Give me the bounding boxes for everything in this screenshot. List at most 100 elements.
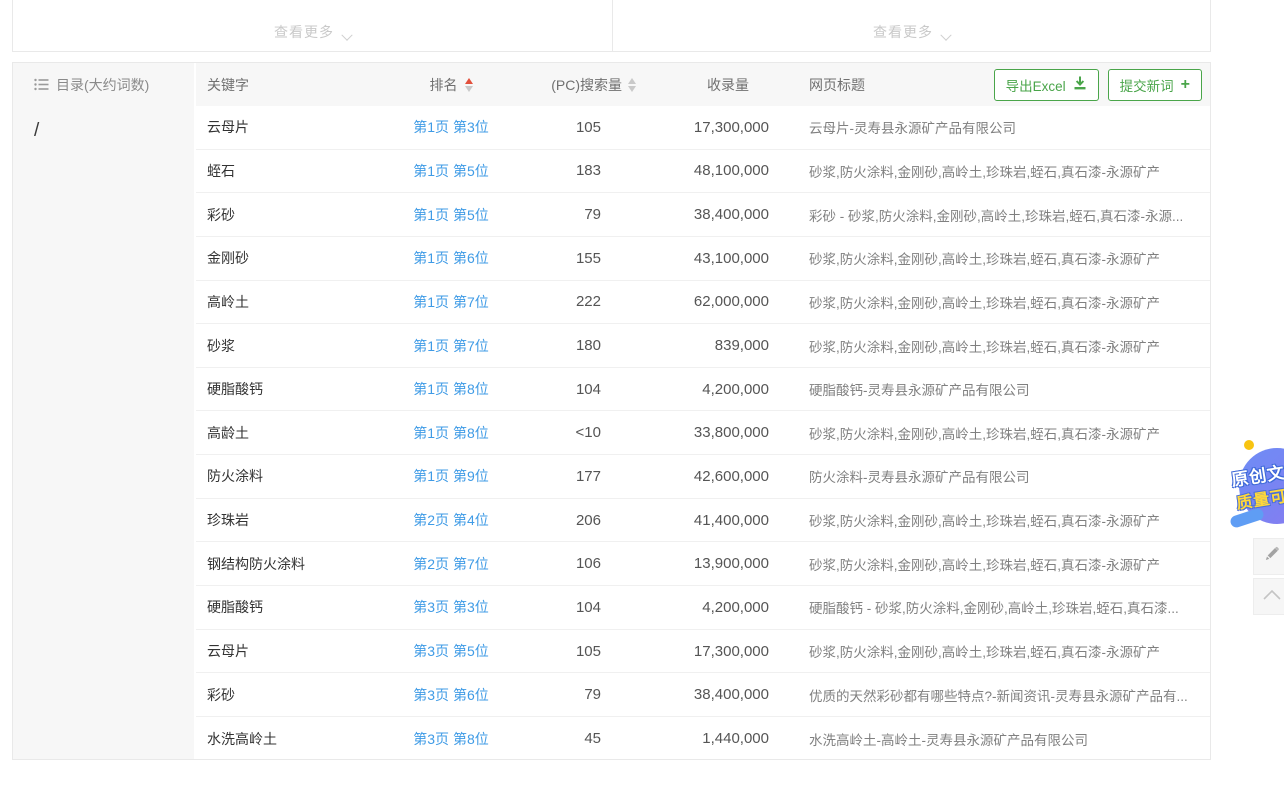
table-row: 防火涂料 第1页 第9位 177 42,600,000 防火涂料-灵寿县永源矿产… <box>196 455 1210 499</box>
rank-cell: 第3页 第6位 <box>401 685 501 705</box>
sort-icon-rank[interactable] <box>465 78 473 92</box>
view-more-left[interactable]: 查看更多 <box>13 0 613 51</box>
rank-link[interactable]: 第1页 第7位 <box>413 338 488 354</box>
pc-volume-cell: 105 <box>501 643 601 660</box>
table-row: 高岭土 第1页 第7位 222 62,000,000 砂浆,防火涂料,金刚砂,高… <box>196 281 1210 325</box>
edit-button[interactable] <box>1253 538 1284 575</box>
rank-cell: 第1页 第6位 <box>401 248 501 268</box>
sort-icon-pc-volume[interactable] <box>628 78 636 92</box>
rank-link[interactable]: 第1页 第6位 <box>413 250 488 266</box>
rank-link[interactable]: 第1页 第9位 <box>413 468 488 484</box>
page-title-cell: 云母片-灵寿县永源矿产品有限公司 <box>769 117 1210 137</box>
original-content-badge[interactable]: 原创文 质量可 <box>1236 440 1284 536</box>
keyword-cell: 水洗高岭土 <box>196 729 401 749</box>
indexed-cell: 42,600,000 <box>601 468 769 485</box>
rank-link[interactable]: 第1页 第8位 <box>413 425 488 441</box>
table-row: 高龄土 第1页 第8位 <10 33,800,000 砂浆,防火涂料,金刚砂,高… <box>196 411 1210 455</box>
rank-link[interactable]: 第3页 第6位 <box>413 687 488 703</box>
page-title-cell: 硬脂酸钙 - 砂浆,防火涂料,金刚砂,高岭土,珍珠岩,蛭石,真石漆... <box>769 597 1210 617</box>
sidebar-item-root[interactable]: / <box>13 106 194 142</box>
column-header-rank-label: 排名 <box>430 75 458 95</box>
rank-link[interactable]: 第1页 第7位 <box>413 294 488 310</box>
pc-volume-cell: 177 <box>501 468 601 485</box>
indexed-cell: 38,400,000 <box>601 686 769 703</box>
indexed-cell: 13,900,000 <box>601 555 769 572</box>
indexed-cell: 839,000 <box>601 337 769 354</box>
rank-link[interactable]: 第2页 第7位 <box>413 556 488 572</box>
rank-link[interactable]: 第3页 第5位 <box>413 643 488 659</box>
chevron-down-icon <box>341 30 352 41</box>
rank-cell: 第1页 第8位 <box>401 379 501 399</box>
column-header-pc-volume[interactable]: (PC)搜索量 <box>501 75 636 95</box>
column-header-rank[interactable]: 排名 <box>401 75 501 95</box>
indexed-cell: 17,300,000 <box>601 643 769 660</box>
table-row: 砂浆 第1页 第7位 180 839,000 砂浆,防火涂料,金刚砂,高岭土,珍… <box>196 324 1210 368</box>
keyword-cell: 彩砂 <box>196 205 401 225</box>
badge-ring-icon <box>1244 440 1254 450</box>
download-icon <box>1073 76 1087 93</box>
rank-link[interactable]: 第2页 第4位 <box>413 512 488 528</box>
indexed-cell: 33,800,000 <box>601 424 769 441</box>
pc-volume-cell: 183 <box>501 162 601 179</box>
pc-volume-cell: 79 <box>501 686 601 703</box>
pencil-icon <box>1263 545 1281 568</box>
rank-link[interactable]: 第1页 第5位 <box>413 163 488 179</box>
table-row: 云母片 第3页 第5位 105 17,300,000 砂浆,防火涂料,金刚砂,高… <box>196 630 1210 674</box>
pc-volume-cell: <10 <box>501 424 601 441</box>
back-to-top-button[interactable] <box>1253 578 1284 615</box>
rank-cell: 第1页 第7位 <box>401 292 501 312</box>
rank-link[interactable]: 第3页 第8位 <box>413 731 488 747</box>
table-actions: 导出Excel 提交新词 + <box>994 63 1202 106</box>
pc-volume-cell: 206 <box>501 512 601 529</box>
rank-cell: 第3页 第8位 <box>401 729 501 749</box>
page-title-cell: 防火涂料-灵寿县永源矿产品有限公司 <box>769 466 1210 486</box>
top-section: 查看更多 查看更多 <box>12 0 1211 52</box>
view-more-right[interactable]: 查看更多 <box>613 0 1210 51</box>
keyword-cell: 蛭石 <box>196 161 401 181</box>
rank-link[interactable]: 第3页 第3位 <box>413 599 488 615</box>
keyword-cell: 高岭土 <box>196 292 401 312</box>
pc-volume-cell: 222 <box>501 293 601 310</box>
table-row: 硬脂酸钙 第3页 第3位 104 4,200,000 硬脂酸钙 - 砂浆,防火涂… <box>196 586 1210 630</box>
table-row: 水洗高岭土 第3页 第8位 45 1,440,000 水洗高岭土-高岭土-灵寿县… <box>196 717 1210 761</box>
table-header-row: 关键字 排名 (PC)搜索量 收录量 网页标题 导出Excel <box>196 63 1210 106</box>
keyword-cell: 云母片 <box>196 117 401 137</box>
column-header-pc-volume-label: (PC)搜索量 <box>551 75 622 95</box>
rank-link[interactable]: 第1页 第8位 <box>413 381 488 397</box>
rank-link[interactable]: 第1页 第5位 <box>413 207 488 223</box>
pc-volume-cell: 155 <box>501 250 601 267</box>
pc-volume-cell: 79 <box>501 206 601 223</box>
pc-volume-cell: 45 <box>501 730 601 747</box>
indexed-cell: 4,200,000 <box>601 381 769 398</box>
export-excel-button[interactable]: 导出Excel <box>994 69 1099 101</box>
keyword-cell: 硬脂酸钙 <box>196 379 401 399</box>
table-row: 蛭石 第1页 第5位 183 48,100,000 砂浆,防火涂料,金刚砂,高岭… <box>196 150 1210 194</box>
rank-cell: 第2页 第4位 <box>401 510 501 530</box>
keyword-cell: 彩砂 <box>196 685 401 705</box>
keyword-rank-panel: 目录(大约词数) / 关键字 排名 (PC)搜索量 收录量 网页标题 <box>12 62 1211 760</box>
page-title-cell: 砂浆,防火涂料,金刚砂,高岭土,珍珠岩,蛭石,真石漆-永源矿产 <box>769 423 1210 443</box>
pc-volume-cell: 105 <box>501 119 601 136</box>
rank-cell: 第3页 第3位 <box>401 597 501 617</box>
page-title-cell: 砂浆,防火涂料,金刚砂,高岭土,珍珠岩,蛭石,真石漆-永源矿产 <box>769 161 1210 181</box>
directory-title: 目录(大约词数) <box>56 75 149 95</box>
list-icon <box>34 78 49 91</box>
view-more-right-label: 查看更多 <box>873 22 933 42</box>
view-more-left-label: 查看更多 <box>274 22 334 42</box>
submit-new-words-button[interactable]: 提交新词 + <box>1108 69 1202 101</box>
page-title-cell: 砂浆,防火涂料,金刚砂,高岭土,珍珠岩,蛭石,真石漆-永源矿产 <box>769 641 1210 661</box>
chevron-up-icon <box>1262 588 1282 606</box>
table-row: 钢结构防火涂料 第2页 第7位 106 13,900,000 砂浆,防火涂料,金… <box>196 542 1210 586</box>
page-title-cell: 砂浆,防火涂料,金刚砂,高岭土,珍珠岩,蛭石,真石漆-永源矿产 <box>769 510 1210 530</box>
table-row: 云母片 第1页 第3位 105 17,300,000 云母片-灵寿县永源矿产品有… <box>196 106 1210 150</box>
page-title-cell: 砂浆,防火涂料,金刚砂,高岭土,珍珠岩,蛭石,真石漆-永源矿产 <box>769 292 1210 312</box>
plus-icon: + <box>1181 80 1190 90</box>
table-body: 云母片 第1页 第3位 105 17,300,000 云母片-灵寿县永源矿产品有… <box>196 106 1210 761</box>
page-title-cell: 砂浆,防火涂料,金刚砂,高岭土,珍珠岩,蛭石,真石漆-永源矿产 <box>769 248 1210 268</box>
page-title-cell: 砂浆,防火涂料,金刚砂,高岭土,珍珠岩,蛭石,真石漆-永源矿产 <box>769 336 1210 356</box>
table-row: 金刚砂 第1页 第6位 155 43,100,000 砂浆,防火涂料,金刚砂,高… <box>196 237 1210 281</box>
rank-link[interactable]: 第1页 第3位 <box>413 119 488 135</box>
pc-volume-cell: 180 <box>501 337 601 354</box>
indexed-cell: 62,000,000 <box>601 293 769 310</box>
pc-volume-cell: 106 <box>501 555 601 572</box>
